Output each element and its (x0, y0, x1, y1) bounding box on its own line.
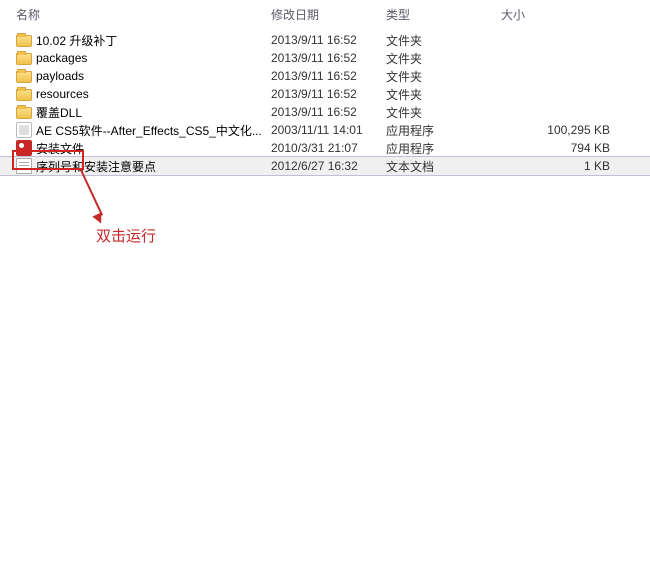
file-date-cell: 2013/9/11 16:52 (265, 87, 380, 101)
column-header-row: 名称 修改日期 类型 大小 (0, 0, 650, 31)
file-type-cell: 文件夹 (380, 32, 495, 49)
file-row[interactable]: 序列号和安装注意要点2012/6/27 16:32文本文档1 KB (0, 157, 650, 175)
column-header-size[interactable]: 大小 (495, 4, 650, 25)
column-header-name[interactable]: 名称 (0, 4, 265, 25)
file-type-cell: 文件夹 (380, 68, 495, 85)
file-date-cell: 2010/3/31 21:07 (265, 141, 380, 155)
file-row[interactable]: resources 2013/9/11 16:52文件夹 (0, 85, 650, 103)
file-type-cell: 文本文档 (380, 158, 495, 175)
file-name-cell: resources (0, 87, 265, 101)
file-type-cell: 应用程序 (380, 140, 495, 157)
annotation-arrow-line (80, 170, 103, 216)
file-row[interactable]: AE CS5软件--After_Effects_CS5_中文化...2003/1… (0, 121, 650, 139)
file-size-cell: 1 KB (495, 159, 650, 173)
folder-icon (16, 89, 32, 101)
annotation-arrow-head (92, 212, 105, 225)
file-name-cell: AE CS5软件--After_Effects_CS5_中文化... (0, 122, 265, 139)
file-size-cell: 794 KB (495, 141, 650, 155)
file-name-cell: 覆盖DLL (0, 104, 265, 121)
file-date-cell: 2013/9/11 16:52 (265, 69, 380, 83)
file-row[interactable]: payloads 2013/9/11 16:52文件夹 (0, 67, 650, 85)
column-header-type[interactable]: 类型 (380, 4, 495, 25)
file-name-cell: packages (0, 51, 265, 65)
file-name-label: resources (36, 87, 89, 101)
file-size-cell: 100,295 KB (495, 123, 650, 137)
file-name-label: 覆盖DLL (36, 104, 82, 121)
application-icon (16, 122, 32, 138)
file-type-cell: 文件夹 (380, 50, 495, 67)
folder-icon (16, 35, 32, 47)
file-name-label: payloads (36, 69, 84, 83)
file-row[interactable]: 10.02 升级补丁 2013/9/11 16:52文件夹 (0, 31, 650, 49)
file-name-label: packages (36, 51, 87, 65)
file-date-cell: 2013/9/11 16:52 (265, 105, 380, 119)
file-name-cell: payloads (0, 69, 265, 83)
folder-icon (16, 53, 32, 65)
file-date-cell: 2013/9/11 16:52 (265, 33, 380, 47)
file-date-cell: 2003/11/11 14:01 (265, 123, 380, 137)
folder-icon (16, 107, 32, 119)
folder-icon (16, 71, 32, 83)
file-date-cell: 2012/6/27 16:32 (265, 159, 380, 173)
file-row[interactable]: 覆盖DLL 2013/9/11 16:52文件夹 (0, 103, 650, 121)
file-row[interactable]: packages 2013/9/11 16:52文件夹 (0, 49, 650, 67)
file-type-cell: 文件夹 (380, 104, 495, 121)
file-type-cell: 文件夹 (380, 86, 495, 103)
file-name-cell: 10.02 升级补丁 (0, 32, 265, 49)
file-name-label: AE CS5软件--After_Effects_CS5_中文化... (36, 122, 262, 139)
file-row[interactable]: 安装文件2010/3/31 21:07应用程序794 KB (0, 139, 650, 157)
column-header-date[interactable]: 修改日期 (265, 4, 380, 25)
file-name-label: 10.02 升级补丁 (36, 32, 117, 49)
file-type-cell: 应用程序 (380, 122, 495, 139)
highlight-box (12, 150, 84, 170)
file-date-cell: 2013/9/11 16:52 (265, 51, 380, 65)
file-list: 10.02 升级补丁2013/9/11 16:52文件夹packages2013… (0, 31, 650, 175)
annotation-text: 双击运行 (96, 225, 156, 246)
